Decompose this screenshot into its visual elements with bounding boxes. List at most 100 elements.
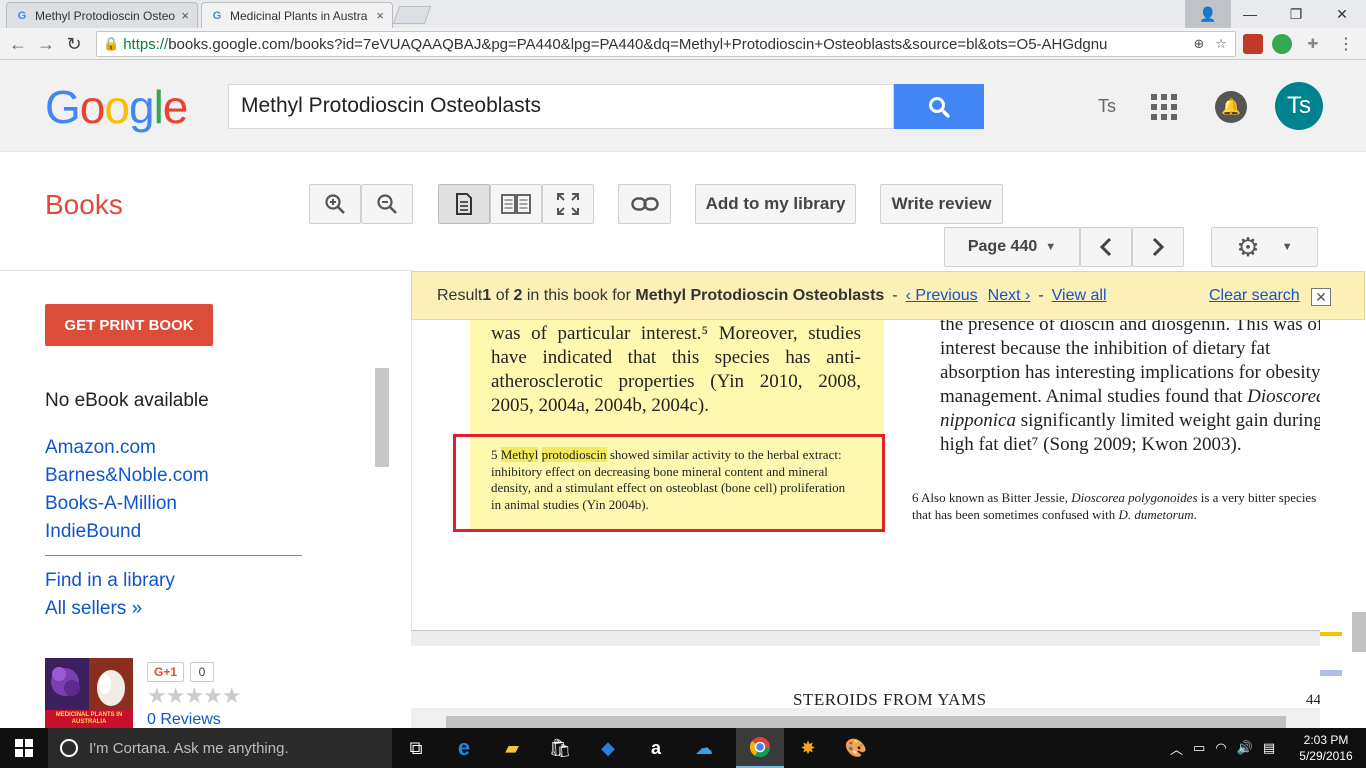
- footnote-6: 6 Also known as Bitter Jessie, Dioscorea…: [912, 490, 1322, 523]
- close-result-bar-button[interactable]: ✕: [1311, 288, 1331, 306]
- chevron-up-icon[interactable]: ︿: [1170, 739, 1183, 758]
- seller-link-amazon[interactable]: Amazon.com: [45, 437, 156, 459]
- back-arrow-icon[interactable]: ←: [6, 32, 30, 56]
- result-prefix: Result: [437, 286, 483, 304]
- file-explorer-icon[interactable]: ▰: [488, 728, 536, 768]
- settings-dropdown[interactable]: ⚙ ▼: [1211, 227, 1318, 267]
- bookmark-star-icon[interactable]: ☆: [1211, 34, 1231, 54]
- books-title[interactable]: Books: [45, 189, 123, 221]
- fullscreen-icon: [557, 193, 579, 215]
- avatar[interactable]: Ts: [1275, 82, 1323, 130]
- write-review-button[interactable]: Write review: [880, 184, 1003, 224]
- chrome-menu-icon[interactable]: ⋮: [1336, 34, 1356, 54]
- google-logo[interactable]: Google: [45, 80, 189, 134]
- system-tray: ︿ ▭ ◠ 🔊 ▤: [1170, 728, 1275, 768]
- chrome-icon[interactable]: [736, 728, 784, 768]
- get-print-book-button[interactable]: GET PRINT BOOK: [45, 304, 213, 346]
- book-cover-image[interactable]: MEDICINAL PLANTS IN AUSTRALIA: [45, 658, 133, 728]
- two-page-icon: [501, 194, 531, 214]
- view-all-link[interactable]: View all: [1052, 287, 1107, 305]
- footnote-text: .: [1193, 506, 1197, 522]
- single-page-icon: [456, 193, 472, 215]
- toolbar-divider: [0, 270, 411, 271]
- url-scheme: https://: [123, 35, 169, 53]
- reviews-link[interactable]: 0 Reviews: [147, 711, 221, 729]
- previous-result-link[interactable]: ‹ Previous: [906, 287, 978, 305]
- apps-grid-icon[interactable]: [1151, 94, 1177, 120]
- fullscreen-button[interactable]: [542, 184, 594, 224]
- extension-icon[interactable]: [1272, 34, 1292, 54]
- find-in-library-link[interactable]: Find in a library: [45, 570, 175, 592]
- tab-methyl-protodioscin[interactable]: G Methyl Protodioscin Osteo ×: [6, 2, 198, 28]
- taskbar-clock[interactable]: 2:03 PM 5/29/2016: [1296, 732, 1356, 764]
- tab-close-icon[interactable]: ×: [376, 8, 384, 23]
- previous-page-button[interactable]: [1080, 227, 1132, 267]
- single-page-view-button[interactable]: [438, 184, 490, 224]
- extension-puzzle-icon[interactable]: ✚: [1303, 34, 1323, 54]
- dropbox-icon[interactable]: ◆: [584, 728, 632, 768]
- start-button[interactable]: [0, 728, 48, 768]
- wifi-icon[interactable]: ◠: [1215, 740, 1226, 756]
- edge-icon[interactable]: e: [440, 728, 488, 768]
- sidebar-scrollbar[interactable]: [375, 368, 389, 467]
- extension-icon[interactable]: [1243, 34, 1263, 54]
- search-icon: [929, 96, 950, 118]
- logo-letter: e: [162, 81, 189, 133]
- next-page-button[interactable]: [1132, 227, 1184, 267]
- two-page-view-button[interactable]: [490, 184, 542, 224]
- result-query: Methyl Protodioscin Osteoblasts: [635, 286, 885, 304]
- close-window-button[interactable]: ✕: [1319, 0, 1365, 28]
- avast-icon[interactable]: ✸: [784, 728, 832, 768]
- logo-letter: o: [79, 81, 106, 133]
- viewer-hscroll-thumb[interactable]: [446, 716, 1286, 728]
- tab-medicinal-plants[interactable]: G Medicinal Plants in Austra ×: [201, 2, 393, 28]
- viewer-vertical-scrollbar[interactable]: [1320, 320, 1366, 728]
- user-name[interactable]: Ts: [1098, 96, 1116, 117]
- plus-one-count: 0: [190, 662, 214, 682]
- zoom-out-button[interactable]: [361, 184, 413, 224]
- viewer-scroll-thumb[interactable]: [1352, 612, 1366, 652]
- chevron-left-icon: [1099, 237, 1112, 257]
- address-bar[interactable]: 🔒 https:// books.google.com/books?id=7eV…: [96, 31, 1236, 57]
- clear-search-link[interactable]: Clear search: [1209, 287, 1300, 305]
- minimize-button[interactable]: —: [1227, 0, 1273, 28]
- footnote-text: 6 Also known as Bitter Jessie,: [912, 490, 1072, 505]
- google-plus-one-button[interactable]: G+1: [147, 662, 184, 682]
- seller-link-barnes-noble[interactable]: Barnes&Noble.com: [45, 465, 209, 487]
- notifications-bell-icon[interactable]: 🔔: [1215, 91, 1247, 123]
- zoom-icon[interactable]: ⊕: [1189, 34, 1209, 54]
- result-of: of: [491, 286, 514, 304]
- gear-icon: ⚙: [1236, 231, 1260, 262]
- new-tab-button[interactable]: [392, 6, 432, 24]
- next-result-link[interactable]: Next ›: [988, 287, 1031, 305]
- task-view-icon[interactable]: ⧉: [392, 728, 440, 768]
- zoom-in-button[interactable]: [309, 184, 361, 224]
- onedrive-icon[interactable]: ☁: [680, 728, 728, 768]
- logo-letter: G: [45, 81, 81, 133]
- search-button[interactable]: [894, 84, 984, 129]
- volume-icon[interactable]: 🔊: [1237, 740, 1253, 756]
- page-selector-dropdown[interactable]: Page 440 ▼: [944, 227, 1080, 267]
- cortana-search[interactable]: I'm Cortana. Ask me anything.: [48, 728, 392, 768]
- reload-icon[interactable]: ↻: [62, 32, 86, 56]
- result-separator: -: [1038, 286, 1044, 304]
- add-to-library-button[interactable]: Add to my library: [695, 184, 856, 224]
- page-text-right: the presence of dioscin and diosgenin. T…: [940, 313, 1340, 457]
- search-input[interactable]: Methyl Protodioscin Osteoblasts: [228, 84, 894, 129]
- restore-button[interactable]: ❐: [1273, 0, 1319, 28]
- notifications-icon[interactable]: ▤: [1263, 740, 1275, 756]
- forward-arrow-icon[interactable]: →: [34, 32, 58, 56]
- tab-strip: G Methyl Protodioscin Osteo × G Medicina…: [0, 0, 1366, 28]
- store-icon[interactable]: 🛍: [536, 728, 584, 768]
- rating-stars[interactable]: ★★★★★: [147, 683, 242, 709]
- zoom-in-icon: [325, 194, 345, 214]
- paint-icon[interactable]: 🎨: [832, 728, 880, 768]
- amazon-icon[interactable]: a: [632, 728, 680, 768]
- all-sellers-link[interactable]: All sellers »: [45, 598, 142, 620]
- profile-icon[interactable]: 👤: [1185, 0, 1231, 28]
- battery-icon[interactable]: ▭: [1193, 740, 1205, 756]
- seller-link-books-a-million[interactable]: Books-A-Million: [45, 493, 177, 515]
- tab-close-icon[interactable]: ×: [181, 8, 189, 23]
- seller-link-indiebound[interactable]: IndieBound: [45, 521, 141, 543]
- link-button[interactable]: [618, 184, 671, 224]
